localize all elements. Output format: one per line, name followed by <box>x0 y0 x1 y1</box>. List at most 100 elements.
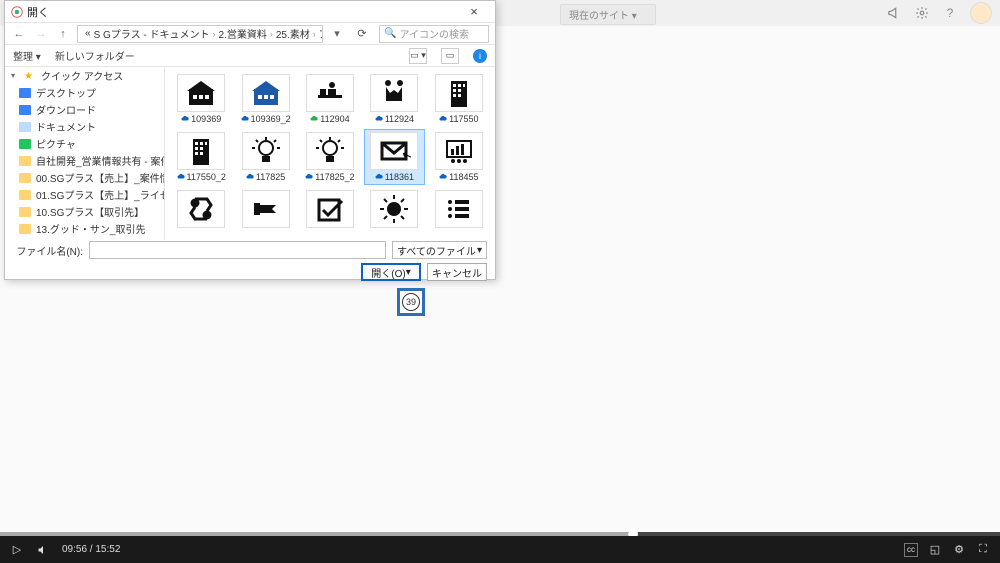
file-caption: 112924 <box>375 114 414 124</box>
sidebar-item-label: デスクトップ <box>36 85 96 100</box>
point-hand-icon <box>242 190 290 228</box>
file-caption: 117550 <box>439 114 478 124</box>
view-mode-button[interactable]: ▭ ▾ <box>409 48 427 64</box>
sidebar-item[interactable]: 10.SGプラス【取引先】 <box>5 203 164 220</box>
organize-menu[interactable]: 整理 ▾ <box>13 48 41 63</box>
site-dropdown[interactable]: 現在のサイト ▾ <box>560 4 656 25</box>
file-item[interactable]: 118361 <box>364 129 424 185</box>
recycle-icon <box>177 190 225 228</box>
dialog-nav: ← → ↑ « S Gプラス - ドキュメント› 2.営業資料› 25.素材› … <box>5 23 495 45</box>
close-icon[interactable]: × <box>459 4 489 19</box>
sidebar-item[interactable]: 01.SGプラス【売上】_ライセンス案件情報 <box>5 186 164 203</box>
sidebar-item-label: ドキュメント <box>36 119 96 134</box>
app-icon <box>11 6 23 18</box>
settings-icon[interactable]: ⚙ <box>952 543 966 557</box>
preview-pane-button[interactable]: ▭ <box>441 48 459 64</box>
search-input[interactable]: 🔍アイコンの検索 <box>379 25 489 43</box>
file-item[interactable]: 112904 <box>300 71 360 127</box>
filename-label: ファイル名(N): <box>13 243 83 258</box>
file-item[interactable]: 117825 <box>235 129 295 185</box>
checkbox-icon <box>306 190 354 228</box>
volume-icon[interactable] <box>36 543 50 557</box>
file-caption: 117825_2 <box>305 172 354 182</box>
sidebar-item-label: 自社開発_営業情報共有 - 案件別フォルダ <box>36 153 164 168</box>
fullscreen-icon[interactable]: ⛶ <box>976 543 990 557</box>
back-button[interactable]: ← <box>11 26 27 42</box>
breadcrumb-dropdown[interactable]: ▾ <box>329 26 345 42</box>
file-filter-dropdown[interactable]: すべてのファイル▾ <box>392 241 487 259</box>
file-item[interactable]: 117550_2 <box>171 129 231 185</box>
info-icon[interactable]: i <box>473 49 487 63</box>
file-caption: 117825 <box>246 172 285 182</box>
file-item[interactable]: 117550 <box>429 71 489 127</box>
sidebar-item[interactable]: ピクチャ <box>5 135 164 152</box>
play-icon[interactable]: ▷ <box>10 543 24 557</box>
pip-icon[interactable]: ◱ <box>928 543 942 557</box>
file-caption: 118455 <box>439 172 478 182</box>
sidebar-item[interactable]: 00.SGプラス【売上】_案件情報 <box>5 169 164 186</box>
forward-button[interactable]: → <box>33 26 49 42</box>
file-item[interactable]: 109369 <box>171 71 231 127</box>
file-caption: 109369_2 <box>241 114 291 124</box>
folder-icon <box>19 105 31 115</box>
file-item[interactable] <box>235 187 295 231</box>
gear-icon[interactable] <box>914 5 930 21</box>
file-grid: 109369 109369_2 112904 112924 117550 117550_2… <box>165 67 495 239</box>
presentation-icon <box>435 132 483 170</box>
folder-icon <box>19 122 31 132</box>
handshake-icon <box>370 74 418 112</box>
breadcrumb[interactable]: « S Gプラス - ドキュメント› 2.営業資料› 25.素材› アイコン <box>77 25 323 43</box>
sidebar-item-label: 01.SGプラス【売上】_ライセンス案件情報 <box>36 187 164 202</box>
up-button[interactable]: ↑ <box>55 26 71 42</box>
sidebar-quick-access[interactable]: ▾★クイック アクセス <box>5 67 164 84</box>
file-item[interactable] <box>429 187 489 231</box>
file-caption: 118361 <box>375 172 414 182</box>
sidebar-item-label: 00.SGプラス【売上】_案件情報 <box>36 170 164 185</box>
sidebar-item-label: 10.SGプラス【取引先】 <box>36 204 144 219</box>
sidebar-item[interactable]: デスクトップ <box>5 84 164 101</box>
list-icon <box>435 190 483 228</box>
folder-icon <box>19 224 31 234</box>
file-caption: 109369 <box>181 114 221 124</box>
person-desk-icon <box>306 74 354 112</box>
file-item[interactable]: 112924 <box>364 71 424 127</box>
cc-icon[interactable]: cc <box>904 543 918 557</box>
refresh-button[interactable]: ⟳ <box>351 27 373 40</box>
file-item[interactable] <box>300 187 360 231</box>
help-icon[interactable]: ? <box>942 5 958 21</box>
file-item[interactable]: 117825_2 <box>300 129 360 185</box>
file-item[interactable]: 118455 <box>429 129 489 185</box>
file-item[interactable] <box>171 187 231 231</box>
office-tower-icon <box>435 74 483 112</box>
step-callout: 39 <box>397 288 425 316</box>
dialog-titlebar: 開く × <box>5 1 495 23</box>
megaphone-icon[interactable] <box>886 5 902 21</box>
new-folder-button[interactable]: 新しいフォルダー <box>55 48 135 63</box>
envelope-icon <box>370 132 418 170</box>
folder-icon <box>19 156 31 166</box>
bulb-icon <box>242 132 290 170</box>
file-item[interactable] <box>364 187 424 231</box>
filename-input[interactable] <box>89 241 386 259</box>
folder-icon <box>19 88 31 98</box>
sidebar: ▾★クイック アクセス デスクトップダウンロードドキュメントピクチャ自社開発_営… <box>5 67 165 239</box>
open-button[interactable]: 開く(O) ▾ <box>361 263 421 281</box>
sidebar-item[interactable]: 自社開発_営業情報共有 - 案件別フォルダ <box>5 152 164 169</box>
building-blue-icon <box>242 74 290 112</box>
folder-icon <box>19 173 31 183</box>
cancel-button[interactable]: キャンセル <box>427 263 487 281</box>
file-item[interactable]: 109369_2 <box>235 71 295 127</box>
sidebar-item[interactable]: ドキュメント <box>5 118 164 135</box>
dialog-title: 開く <box>27 4 459 20</box>
folder-icon <box>19 207 31 217</box>
file-open-dialog: 開く × ← → ↑ « S Gプラス - ドキュメント› 2.営業資料› 25… <box>4 0 496 280</box>
avatar[interactable] <box>970 2 992 24</box>
file-caption: 117550_2 <box>177 172 226 182</box>
sidebar-item-label: ピクチャ <box>36 136 76 151</box>
sun-icon <box>370 190 418 228</box>
office-tower-icon <box>177 132 225 170</box>
sidebar-item[interactable]: ダウンロード <box>5 101 164 118</box>
folder-icon <box>19 190 31 200</box>
dialog-toolbar: 整理 ▾ 新しいフォルダー ▭ ▾ ▭ i <box>5 45 495 67</box>
sidebar-item[interactable]: 13.グッド・サン_取引先 <box>5 220 164 237</box>
